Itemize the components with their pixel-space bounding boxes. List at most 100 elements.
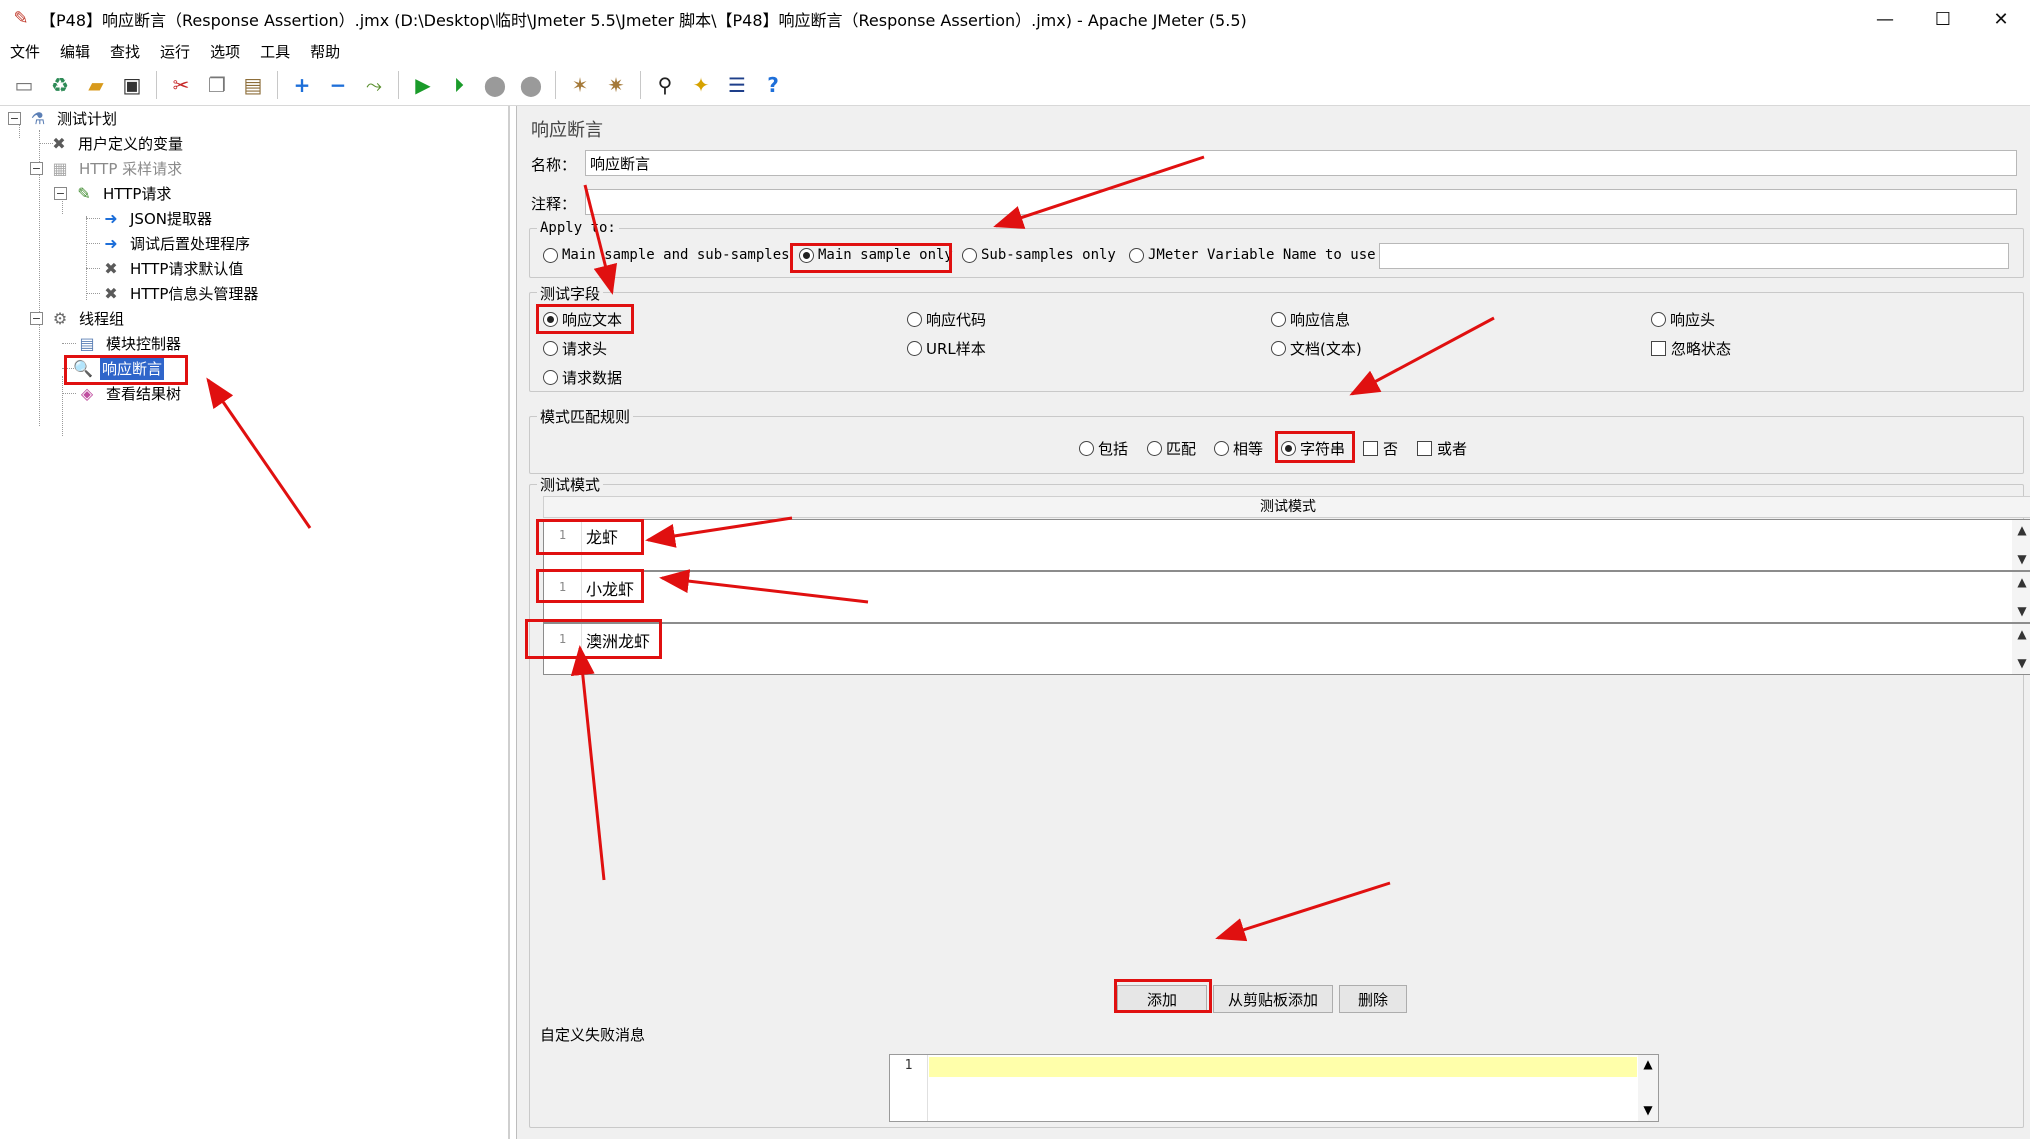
tree-item-json-extractor[interactable]: ➜ JSON提取器 bbox=[100, 206, 214, 230]
start-no-pause-icon[interactable]: ⏵ bbox=[444, 70, 474, 100]
open-icon[interactable]: ▰ bbox=[81, 70, 111, 100]
rule-contains-radio[interactable]: 包括 bbox=[1079, 438, 1128, 459]
comment-input[interactable] bbox=[585, 189, 2017, 215]
ignore-status-checkbox[interactable]: 忽略状态 bbox=[1651, 338, 1731, 359]
delete-button[interactable]: 删除 bbox=[1339, 985, 1407, 1013]
stop-icon[interactable]: ⬤ bbox=[480, 70, 510, 100]
match-rules-group bbox=[529, 416, 2024, 474]
search-icon[interactable]: ⚲ bbox=[650, 70, 680, 100]
field-url-sampled-radio[interactable]: URL样本 bbox=[907, 338, 986, 359]
apply-main-and-sub-radio[interactable]: Main sample and sub-samples bbox=[543, 247, 790, 263]
rule-equals-radio[interactable]: 相等 bbox=[1214, 438, 1263, 459]
tree-item-label: 用户定义的变量 bbox=[78, 134, 184, 153]
field-response-headers-radio[interactable]: 响应头 bbox=[1651, 309, 1715, 330]
start-icon[interactable]: ▶ bbox=[408, 70, 438, 100]
close-button[interactable]: ✕ bbox=[1972, 0, 2030, 38]
toolbar: ▭ ♻ ▰ ▣ ✂ ❐ ▤ + − ⤳ ▶ ⏵ ⬤ ⬤ ✶ ✷ ⚲ ✦ ☰ ? bbox=[0, 64, 2030, 106]
reset-search-icon[interactable]: ✦ bbox=[686, 70, 716, 100]
pattern-row[interactable]: 1 小龙虾 ▲ ▼ bbox=[543, 571, 2030, 623]
maximize-button[interactable]: ☐ bbox=[1914, 0, 1972, 38]
save-icon[interactable]: ▣ bbox=[117, 70, 147, 100]
pattern-scrollbar[interactable]: ▲ ▼ bbox=[2012, 572, 2030, 622]
current-line-highlight bbox=[929, 1057, 1637, 1077]
patterns-column-header: 测试模式 bbox=[543, 496, 2030, 518]
field-response-text-radio[interactable]: 响应文本 bbox=[543, 309, 622, 330]
apply-main-only-radio[interactable]: Main sample only bbox=[799, 247, 953, 263]
menu-help[interactable]: 帮助 bbox=[300, 41, 350, 62]
radio-label: Sub-samples only bbox=[981, 247, 1116, 263]
tree-item-thread-group[interactable]: − ⚙ 线程组 bbox=[30, 306, 126, 330]
tree-item-label: HTTP 采样请求 bbox=[79, 159, 183, 178]
minimize-button[interactable]: — bbox=[1856, 0, 1914, 38]
radio-circle bbox=[543, 247, 558, 263]
templates-icon[interactable]: ♻ bbox=[45, 70, 75, 100]
tree-item-http-sampler-controller[interactable]: − ▦ HTTP 采样请求 bbox=[30, 156, 184, 180]
tree-item-label: 线程组 bbox=[79, 309, 125, 328]
rule-matches-radio[interactable]: 匹配 bbox=[1147, 438, 1196, 459]
apply-sub-only-radio[interactable]: Sub-samples only bbox=[962, 247, 1116, 263]
field-document-radio[interactable]: 文档(文本) bbox=[1271, 338, 1362, 359]
clear-all-icon[interactable]: ✷ bbox=[601, 70, 631, 100]
toggle-icon[interactable]: ⤳ bbox=[359, 70, 389, 100]
menu-options[interactable]: 选项 bbox=[200, 41, 250, 62]
rule-substring-radio[interactable]: 字符串 bbox=[1281, 438, 1345, 459]
tree-item-header-manager[interactable]: ✖ HTTP信息头管理器 bbox=[100, 281, 260, 305]
pattern-scrollbar[interactable]: ▲ ▼ bbox=[2012, 624, 2030, 674]
pattern-scrollbar[interactable]: ▲ ▼ bbox=[2012, 520, 2030, 570]
config-element-icon: ✖ bbox=[104, 283, 118, 303]
tree-item-user-variables[interactable]: ✖ 用户定义的变量 bbox=[48, 131, 185, 155]
collapse-toggle-icon[interactable]: − bbox=[30, 161, 43, 175]
tree-item-module-controller[interactable]: ▤ 模块控制器 bbox=[76, 331, 183, 355]
rule-not-checkbox[interactable]: 否 bbox=[1363, 438, 1398, 459]
radio-circle bbox=[1271, 312, 1286, 327]
sampler-icon: ✎ bbox=[77, 183, 91, 203]
panel-heading: 响应断言 bbox=[531, 120, 603, 141]
field-response-message-radio[interactable]: 响应信息 bbox=[1271, 309, 1350, 330]
pattern-row[interactable]: 1 澳洲龙虾 ▲ ▼ bbox=[543, 623, 2030, 675]
menu-run[interactable]: 运行 bbox=[150, 41, 200, 62]
shutdown-icon[interactable]: ⬤ bbox=[516, 70, 546, 100]
post-processor-icon: ➜ bbox=[104, 233, 118, 253]
variable-name-input[interactable] bbox=[1379, 243, 2009, 269]
menu-search[interactable]: 查找 bbox=[100, 41, 150, 62]
radio-circle bbox=[962, 247, 977, 263]
field-response-code-radio[interactable]: 响应代码 bbox=[907, 309, 986, 330]
menu-tools[interactable]: 工具 bbox=[250, 41, 300, 62]
name-input[interactable]: 响应断言 bbox=[585, 150, 2017, 176]
menu-file[interactable]: 文件 bbox=[0, 41, 50, 62]
tree-item-http-defaults[interactable]: ✖ HTTP请求默认值 bbox=[100, 256, 245, 280]
radio-label: URL样本 bbox=[926, 340, 986, 358]
help-icon[interactable]: ? bbox=[758, 70, 788, 100]
apply-variable-radio[interactable]: JMeter Variable Name to use bbox=[1129, 247, 1376, 263]
tree-item-test-plan[interactable]: − ⚗ 测试计划 bbox=[8, 106, 119, 130]
pattern-row[interactable]: 1 龙虾 ▲ ▼ bbox=[543, 519, 2030, 571]
tree-item-debug-postprocessor[interactable]: ➜ 调试后置处理程序 bbox=[100, 231, 252, 255]
failure-message-editor[interactable]: 1 ▲ ▼ bbox=[889, 1054, 1659, 1122]
paste-icon[interactable]: ▤ bbox=[238, 70, 268, 100]
collapse-toggle-icon[interactable]: − bbox=[30, 311, 43, 325]
cut-icon[interactable]: ✂ bbox=[166, 70, 196, 100]
radio-label: 响应代码 bbox=[926, 311, 987, 329]
expand-icon[interactable]: + bbox=[287, 70, 317, 100]
tree-item-response-assertion[interactable]: 🔍 响应断言 bbox=[72, 356, 165, 380]
radio-label: 响应信息 bbox=[1290, 311, 1351, 329]
failure-message-scrollbar[interactable]: ▲ ▼ bbox=[1638, 1055, 1658, 1121]
collapse-toggle-icon[interactable]: − bbox=[54, 186, 67, 200]
radio-circle bbox=[1281, 441, 1296, 456]
rule-or-checkbox[interactable]: 或者 bbox=[1417, 438, 1467, 459]
field-request-headers-radio[interactable]: 请求头 bbox=[543, 338, 607, 359]
patterns-legend: 测试模式 bbox=[537, 474, 604, 495]
test-field-legend: 测试字段 bbox=[537, 283, 604, 304]
clear-icon[interactable]: ✶ bbox=[565, 70, 595, 100]
menu-edit[interactable]: 编辑 bbox=[50, 41, 100, 62]
collapse-toggle-icon[interactable]: − bbox=[8, 111, 21, 125]
add-from-clipboard-button[interactable]: 从剪贴板添加 bbox=[1213, 985, 1333, 1013]
tree-item-http-request[interactable]: − ✎ HTTP请求 bbox=[54, 181, 173, 205]
add-button[interactable]: 添加 bbox=[1117, 985, 1207, 1013]
function-helper-icon[interactable]: ☰ bbox=[722, 70, 752, 100]
copy-icon[interactable]: ❐ bbox=[202, 70, 232, 100]
new-icon[interactable]: ▭ bbox=[9, 70, 39, 100]
field-request-data-radio[interactable]: 请求数据 bbox=[543, 367, 622, 388]
tree-item-view-results-tree[interactable]: ◈ 查看结果树 bbox=[76, 381, 183, 405]
collapse-icon[interactable]: − bbox=[323, 70, 353, 100]
